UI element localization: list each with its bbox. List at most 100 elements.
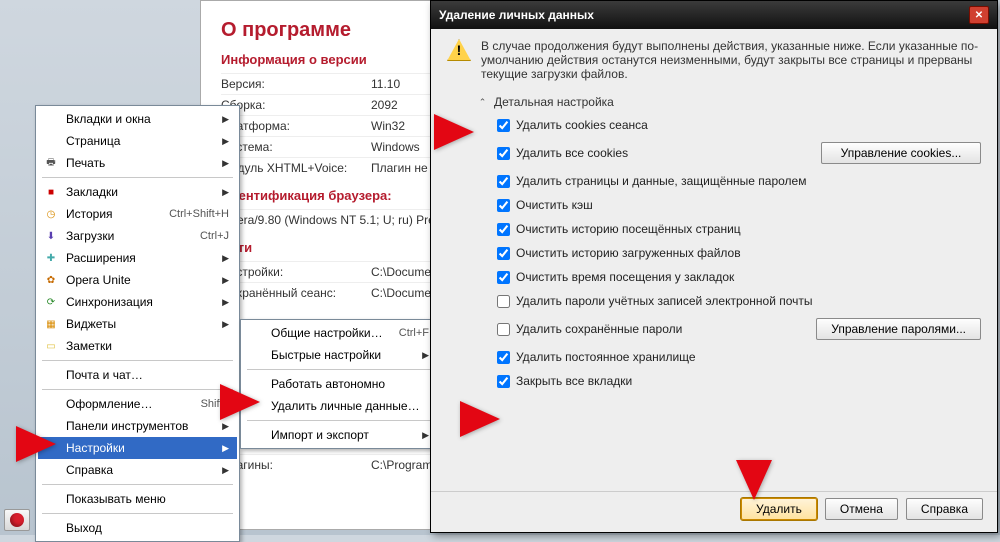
main-menu[interactable]: Вкладки и окна▶Страница▶🖶Печать▶■Закладк… — [35, 105, 240, 542]
menu-item[interactable]: Справка▶ — [38, 459, 237, 481]
opera-menu-button[interactable] — [4, 509, 30, 531]
option-label: Закрыть все вкладки — [516, 374, 981, 388]
option-checkbox[interactable] — [497, 247, 510, 260]
option-checkbox[interactable] — [497, 119, 510, 132]
menu-icon: 🖶 — [42, 156, 60, 170]
menu-item[interactable]: Выход — [38, 517, 237, 539]
delete-button[interactable]: Удалить — [741, 498, 817, 520]
option-checkbox[interactable] — [497, 323, 510, 336]
menu-shortcut: Ctrl+F — [399, 327, 429, 339]
menu-item[interactable]: Страница▶ — [38, 130, 237, 152]
option-row: Очистить кэш — [477, 193, 981, 217]
submenu-arrow-icon: ▶ — [222, 297, 229, 308]
settings-submenu[interactable]: Общие настройки… Ctrl+F Быстрые настройки▶… — [240, 319, 440, 449]
menu-item[interactable]: ✿Opera Unite▶ — [38, 269, 237, 291]
submenu-arrow-icon: ▶ — [222, 465, 229, 476]
chevron-up-icon: ⌃ — [477, 97, 488, 108]
menu-item[interactable]: Настройки▶ — [38, 437, 237, 459]
submenu-arrow-icon: ▶ — [422, 350, 429, 361]
menu-item-label: Панели инструментов — [66, 419, 216, 433]
manage-button[interactable]: Управление паролями... — [816, 318, 981, 340]
menu-item[interactable]: Показывать меню — [38, 488, 237, 510]
menu-separator — [42, 360, 233, 361]
menu-icon: ▦ — [42, 317, 60, 331]
option-checkbox[interactable] — [497, 223, 510, 236]
option-checkbox[interactable] — [497, 271, 510, 284]
menu-item-label: Выход — [66, 521, 229, 535]
option-label: Удалить страницы и данные, защищённые па… — [516, 174, 981, 188]
menu-item[interactable]: Почта и чат… — [38, 364, 237, 386]
detail-settings-label: Детальная настройка — [494, 95, 614, 109]
option-checkbox[interactable] — [497, 295, 510, 308]
option-row: Удалить сохранённые паролиУправление пар… — [477, 313, 981, 345]
menu-separator — [42, 389, 233, 390]
submenu-arrow-icon: ▶ — [222, 421, 229, 432]
submenu-item[interactable]: Общие настройки… Ctrl+F — [243, 322, 437, 344]
close-icon[interactable]: ✕ — [969, 6, 989, 24]
menu-item[interactable]: ◷ИсторияCtrl+Shift+H — [38, 203, 237, 225]
option-row: Удалить cookies сеанса — [477, 113, 981, 137]
submenu-item-label: Общие настройки… — [271, 326, 393, 340]
menu-separator — [247, 420, 433, 421]
option-row: Удалить пароли учётных записей электронн… — [477, 289, 981, 313]
submenu-arrow-icon: ▶ — [222, 253, 229, 264]
submenu-item[interactable]: Быстрые настройки▶ — [243, 344, 437, 366]
menu-item-label: Загрузки — [66, 229, 194, 243]
option-label: Удалить постоянное хранилище — [516, 350, 981, 364]
submenu-item[interactable]: Работать автономно — [243, 373, 437, 395]
option-checkbox[interactable] — [497, 375, 510, 388]
option-row: Очистить время посещения у закладок — [477, 265, 981, 289]
menu-item-label: Синхронизация — [66, 295, 216, 309]
option-row: Закрыть все вкладки — [477, 369, 981, 393]
menu-item[interactable]: ▦ Виджеты ▶ — [38, 313, 237, 335]
menu-icon: ✚ — [42, 251, 60, 265]
menu-item[interactable]: Панели инструментов ▶ — [38, 415, 237, 437]
delete-private-data-dialog: Удаление личных данных ✕ ! В случае прод… — [430, 0, 998, 533]
warning-row: ! В случае продолжения будут выполнены д… — [447, 39, 981, 81]
option-checkbox[interactable] — [497, 175, 510, 188]
menu-item-label: Страница — [66, 134, 216, 148]
submenu-item-label: Удалить личные данные… — [271, 399, 429, 413]
opera-icon — [10, 513, 24, 527]
option-row: Удалить все cookiesУправление cookies... — [477, 137, 981, 169]
option-checkbox[interactable] — [497, 199, 510, 212]
help-button[interactable]: Справка — [906, 498, 983, 520]
menu-icon: ✿ — [42, 273, 60, 287]
menu-item[interactable]: Вкладки и окна▶ — [38, 108, 237, 130]
menu-item[interactable]: ✚ Расширения ▶ — [38, 247, 237, 269]
menu-item-label: Закладки — [66, 185, 216, 199]
menu-item-label: Печать — [66, 156, 216, 170]
menu-item[interactable]: ⟳Синхронизация▶ — [38, 291, 237, 313]
menu-icon: ▭ — [42, 339, 60, 353]
menu-item-label: Opera Unite — [66, 273, 216, 287]
detail-settings-toggle[interactable]: ⌃ Детальная настройка — [477, 91, 981, 113]
option-label: Удалить сохранённые пароли — [516, 322, 816, 336]
menu-item[interactable]: Оформление…Shift+ — [38, 393, 237, 415]
menu-item-label: Виджеты — [66, 317, 216, 331]
dialog-titlebar[interactable]: Удаление личных данных ✕ — [431, 1, 997, 29]
submenu-item[interactable]: Импорт и экспорт▶ — [243, 424, 437, 446]
cancel-button[interactable]: Отмена — [825, 498, 898, 520]
menu-item[interactable]: ⬇ЗагрузкиCtrl+J — [38, 225, 237, 247]
manage-button[interactable]: Управление cookies... — [821, 142, 981, 164]
option-checkbox[interactable] — [497, 351, 510, 364]
menu-item-label: Показывать меню — [66, 492, 229, 506]
menu-item-label: Почта и чат… — [66, 368, 229, 382]
option-checkbox[interactable] — [497, 147, 510, 160]
menu-icon: ■ — [42, 185, 60, 199]
submenu-arrow-icon: ▶ — [222, 187, 229, 198]
menu-item[interactable]: ▭Заметки — [38, 335, 237, 357]
dialog-title: Удаление личных данных — [439, 8, 594, 22]
menu-shortcut: Ctrl+J — [200, 230, 229, 242]
submenu-arrow-icon: ▶ — [222, 319, 229, 330]
menu-item-label: Расширения — [66, 251, 216, 265]
menu-separator — [247, 369, 433, 370]
menu-separator — [42, 177, 233, 178]
submenu-arrow-icon: ▶ — [422, 430, 429, 441]
option-label: Очистить историю загруженных файлов — [516, 246, 981, 260]
submenu-arrow-icon: ▶ — [222, 114, 229, 125]
menu-item[interactable]: ■ Закладки ▶ — [38, 181, 237, 203]
option-label: Удалить пароли учётных записей электронн… — [516, 294, 981, 308]
submenu-item[interactable]: Удалить личные данные… — [243, 395, 437, 417]
menu-item[interactable]: 🖶Печать▶ — [38, 152, 237, 174]
